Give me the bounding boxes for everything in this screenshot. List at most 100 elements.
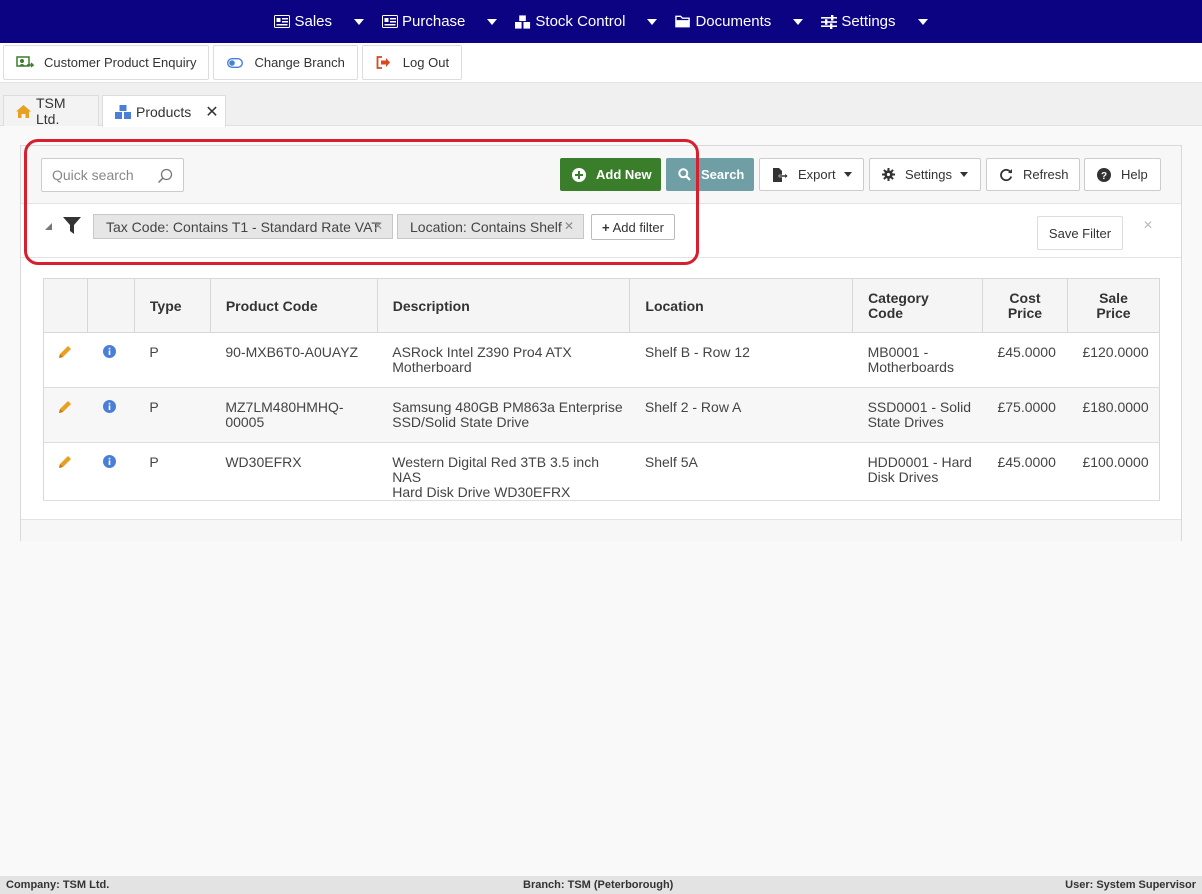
products-panel: Quick search Add New Search Export Setti… (20, 145, 1182, 541)
cell-sale-price: £180.0000 (1067, 387, 1160, 443)
edit-pencil-icon[interactable] (58, 346, 72, 362)
refresh-button[interactable]: Refresh (986, 158, 1080, 191)
product-code-line: WD30EFRX (225, 454, 302, 470)
cell-location: Shelf 5A (629, 442, 853, 501)
status-user: User: System Supervisor (1065, 879, 1196, 891)
log-out-label: Log Out (402, 55, 450, 70)
sale-header-line: Sale (1099, 289, 1128, 306)
purchase-card-icon (382, 15, 399, 29)
remove-filter-icon[interactable]: ✕ (564, 219, 574, 233)
cell-description: Western Digital Red 3TB 3.5 inch NAS Hard… (377, 442, 630, 501)
quick-search-input[interactable]: Quick search (41, 158, 184, 192)
column-header-type[interactable]: Type (134, 278, 211, 333)
nav-settings[interactable]: Settings (821, 13, 928, 30)
search-button[interactable]: Search (666, 158, 754, 191)
search-icon (157, 168, 173, 187)
description-line: Hard Disk Drive WD30EFRX (392, 484, 571, 500)
add-filter-button[interactable]: + Add filter (591, 214, 675, 240)
nav-stock-control[interactable]: Stock Control (515, 13, 658, 30)
nav-sales-label: Sales (294, 13, 333, 30)
cell-location: Shelf B - Row 12 (629, 332, 853, 388)
cell-type: P (134, 442, 211, 501)
nav-purchase[interactable]: Purchase (382, 13, 498, 30)
search-icon (678, 168, 691, 181)
products-table: Type Product Code Description Location C… (43, 278, 1160, 501)
category-line: SSD0001 - Solid (867, 399, 972, 415)
edit-pencil-icon[interactable] (58, 401, 72, 417)
chevron-down-icon (843, 172, 852, 177)
export-button[interactable]: Export (759, 158, 864, 191)
help-button[interactable]: ? Help (1084, 158, 1161, 191)
cell-cost-price: £75.0000 (982, 387, 1068, 443)
cell-category-code: HDD0001 - Hard Disk Drives (852, 442, 983, 501)
table-row[interactable]: P WD30EFRX Western Digital Red 3TB 3.5 i… (43, 442, 1160, 501)
settings-label: Settings (905, 167, 952, 182)
info-icon[interactable] (103, 400, 117, 416)
nav-documents[interactable]: Documents (675, 13, 804, 30)
question-circle-icon: ? (1097, 167, 1111, 182)
close-tab-icon[interactable]: ✕ (205, 102, 218, 122)
filter-chip-location[interactable]: Location: Contains Shelf ✕ (397, 214, 584, 239)
category-header-line: Category (868, 289, 929, 306)
filter-row: Tax Code: Contains T1 - Standard Rate VA… (21, 204, 1181, 258)
nav-sales[interactable]: Sales (274, 13, 365, 30)
save-filter-button[interactable]: Save Filter (1037, 216, 1123, 250)
info-icon[interactable] (103, 455, 117, 471)
cell-category-code: MB0001 - Motherboards (852, 332, 983, 388)
product-code-line: 90-MXB6T0-A0UAYZ (225, 344, 359, 360)
panel-footer (21, 519, 1181, 541)
remove-filter-icon[interactable]: ✕ (373, 219, 383, 233)
cell-sale-price: £120.0000 (1067, 332, 1160, 388)
tab-tsm-ltd[interactable]: TSM Ltd. (3, 95, 99, 127)
info-icon[interactable] (103, 345, 117, 361)
table-header-row: Type Product Code Description Location C… (43, 278, 1160, 333)
log-out-button[interactable]: Log Out (361, 45, 463, 80)
column-header-cost-price[interactable]: Cost Price (982, 278, 1068, 333)
chevron-down-icon (354, 18, 365, 25)
plus-icon: + (602, 219, 610, 235)
nav-purchase-label: Purchase (402, 13, 466, 30)
info-cell (87, 387, 135, 443)
table-row[interactable]: P 90-MXB6T0-A0UAYZ ASRock Intel Z390 Pro… (43, 332, 1160, 388)
change-branch-button[interactable]: Change Branch (213, 45, 358, 80)
column-header-description[interactable]: Description (377, 278, 631, 333)
chevron-down-icon (917, 18, 928, 25)
category-line: MB0001 - (867, 344, 929, 360)
search-label: Search (701, 167, 745, 182)
products-boxes-icon (115, 104, 131, 119)
column-header-location[interactable]: Location (629, 278, 854, 333)
cost-header-line: Cost (1009, 289, 1041, 306)
info-cell (87, 442, 135, 501)
column-header-sale-price[interactable]: Sale Price (1067, 278, 1160, 333)
toolbar: Customer Product Enquiry Change Branch L… (0, 43, 1202, 83)
cell-cost-price: £45.0000 (982, 442, 1068, 501)
table-row[interactable]: P MZ7LM480HMHQ- 00005 Samsung 480GB PM863… (43, 387, 1160, 443)
add-new-button[interactable]: Add New (560, 158, 661, 191)
clear-filters-icon[interactable]: ✕ (1143, 218, 1153, 232)
column-header-product-code[interactable]: Product Code (210, 278, 378, 333)
help-label: Help (1121, 167, 1148, 182)
description-line: Western Digital Red 3TB 3.5 inch NAS (392, 454, 599, 485)
column-header-category-code[interactable]: Category Code (852, 278, 983, 333)
nav-settings-label: Settings (841, 13, 896, 30)
cost-header-line: Price (1007, 304, 1043, 321)
customer-product-enquiry-button[interactable]: Customer Product Enquiry (3, 45, 210, 80)
cell-product-code: 90-MXB6T0-A0UAYZ (210, 332, 378, 388)
product-code-line: MZ7LM480HMHQ- (225, 399, 344, 415)
cell-description: ASRock Intel Z390 Pro4 ATX Motherboard (377, 332, 630, 388)
status-branch: Branch: TSM (Peterborough) (523, 879, 674, 891)
plus-circle-icon (572, 167, 586, 182)
filter-chip-tax-code-label: Tax Code: Contains T1 - Standard Rate VA… (106, 218, 380, 235)
main-nav: Sales Purchase Stock Control Documents S… (0, 0, 1202, 43)
tab-products[interactable]: Products ✕ (102, 95, 226, 127)
settings-button[interactable]: Settings (869, 158, 981, 191)
info-cell (87, 332, 135, 388)
tab-tsm-ltd-label: TSM Ltd. (36, 95, 66, 127)
info-column-header (87, 278, 135, 333)
filter-chip-tax-code[interactable]: Tax Code: Contains T1 - Standard Rate VA… (93, 214, 393, 239)
edit-pencil-icon[interactable] (58, 456, 72, 472)
chevron-down-icon (647, 18, 658, 25)
home-icon (16, 104, 31, 118)
collapse-filter-icon[interactable] (45, 223, 52, 230)
description-line: Motherboard (392, 359, 472, 375)
